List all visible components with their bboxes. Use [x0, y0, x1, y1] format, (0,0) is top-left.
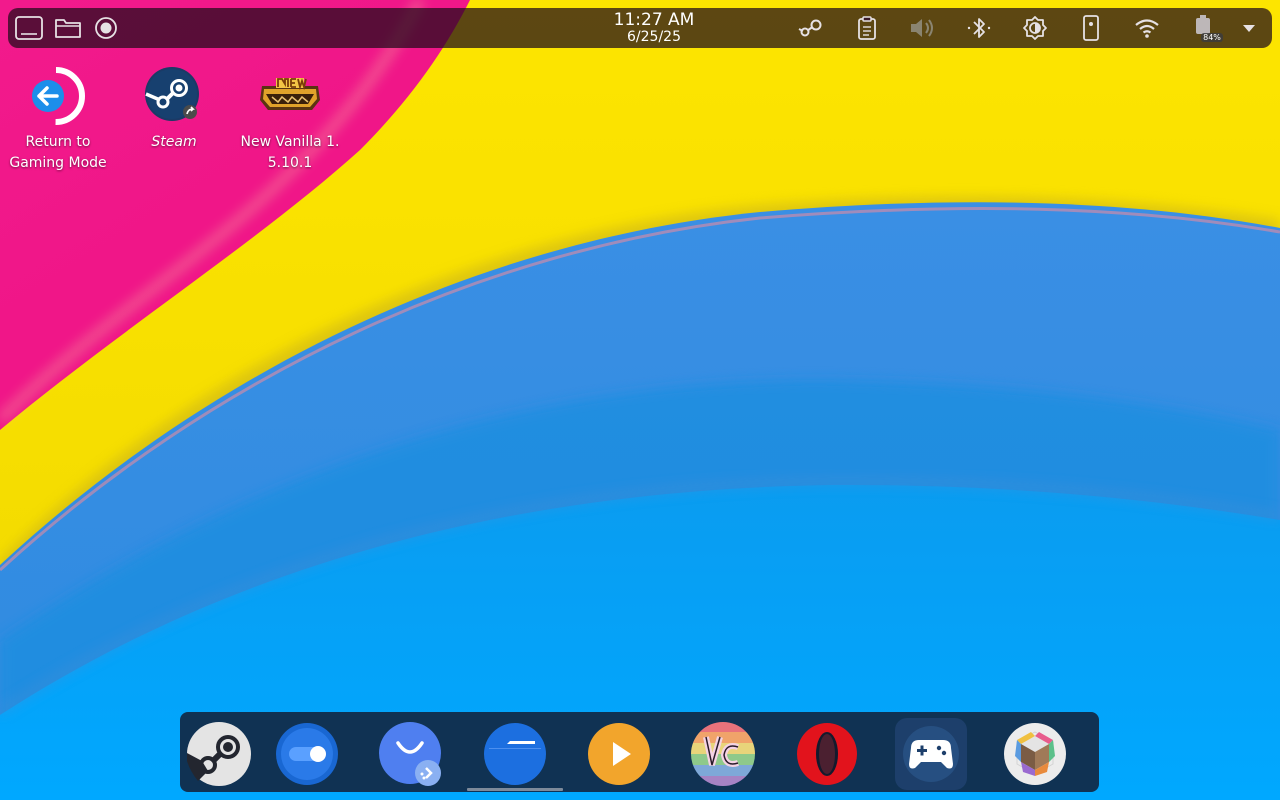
dock-app-toggle[interactable] — [271, 718, 343, 790]
brightness-icon[interactable] — [1020, 14, 1050, 42]
new-vanilla-logo-icon — [260, 78, 320, 110]
vc-rainbow-icon — [691, 722, 755, 786]
clock[interactable]: 11:27 AM 6/25/25 — [596, 10, 712, 45]
show-desktop-icon[interactable] — [14, 14, 44, 42]
dock — [180, 712, 1099, 792]
opera-icon — [797, 723, 857, 785]
clipboard-icon[interactable] — [852, 14, 882, 42]
folder-icon — [484, 723, 546, 785]
dock-app-package[interactable] — [999, 718, 1071, 790]
dock-app-vc[interactable] — [687, 718, 759, 790]
dock-app-game-controller[interactable] — [895, 718, 967, 790]
desktop-icon-steam[interactable]: Steam — [116, 64, 232, 153]
desktop-icon-label: Steam — [151, 134, 197, 150]
desktop-icon-return-to-gaming-mode[interactable]: Return to Gaming Mode — [0, 64, 116, 174]
file-manager-icon[interactable] — [53, 14, 83, 42]
dock-app-dolphin[interactable] — [479, 718, 551, 790]
steam-icon — [145, 67, 199, 121]
desktop-icon-label: New Vanilla 1. 5.10.1 — [240, 134, 340, 171]
dock-app-steam[interactable] — [183, 718, 255, 790]
gamepad-icon — [895, 718, 967, 790]
dock-app-opera[interactable] — [791, 718, 863, 790]
desktop: 11:27 AM 6/25/25 84% Return to Gaming Mo… — [0, 0, 1280, 800]
record-icon[interactable] — [91, 14, 121, 42]
return-arrow-icon — [27, 67, 86, 125]
dock-app-media-player[interactable] — [583, 718, 655, 790]
steam-icon — [187, 722, 251, 786]
bluetooth-icon[interactable] — [964, 14, 994, 42]
volume-icon[interactable] — [908, 14, 938, 42]
toggle-switch-icon — [276, 723, 338, 785]
steam-tray-icon[interactable] — [796, 14, 826, 42]
desktop-icon-label: Return to Gaming Mode — [9, 134, 107, 171]
package-cube-icon — [1004, 723, 1066, 785]
panel-expand-icon[interactable] — [1234, 14, 1264, 42]
dock-app-discover[interactable] — [375, 718, 447, 790]
kde-connect-icon[interactable] — [1076, 14, 1106, 42]
active-app-indicator — [467, 788, 563, 791]
clock-time: 11:27 AM — [613, 10, 695, 30]
wifi-icon[interactable] — [1132, 14, 1162, 42]
top-panel: 11:27 AM 6/25/25 84% — [8, 8, 1272, 48]
clock-date: 6/25/25 — [627, 29, 681, 45]
play-icon — [588, 723, 650, 785]
desktop-icon-new-vanilla[interactable]: New Vanilla 1. 5.10.1 — [232, 64, 348, 174]
discover-store-icon — [379, 722, 441, 786]
battery-percent: 84% — [1201, 33, 1223, 42]
